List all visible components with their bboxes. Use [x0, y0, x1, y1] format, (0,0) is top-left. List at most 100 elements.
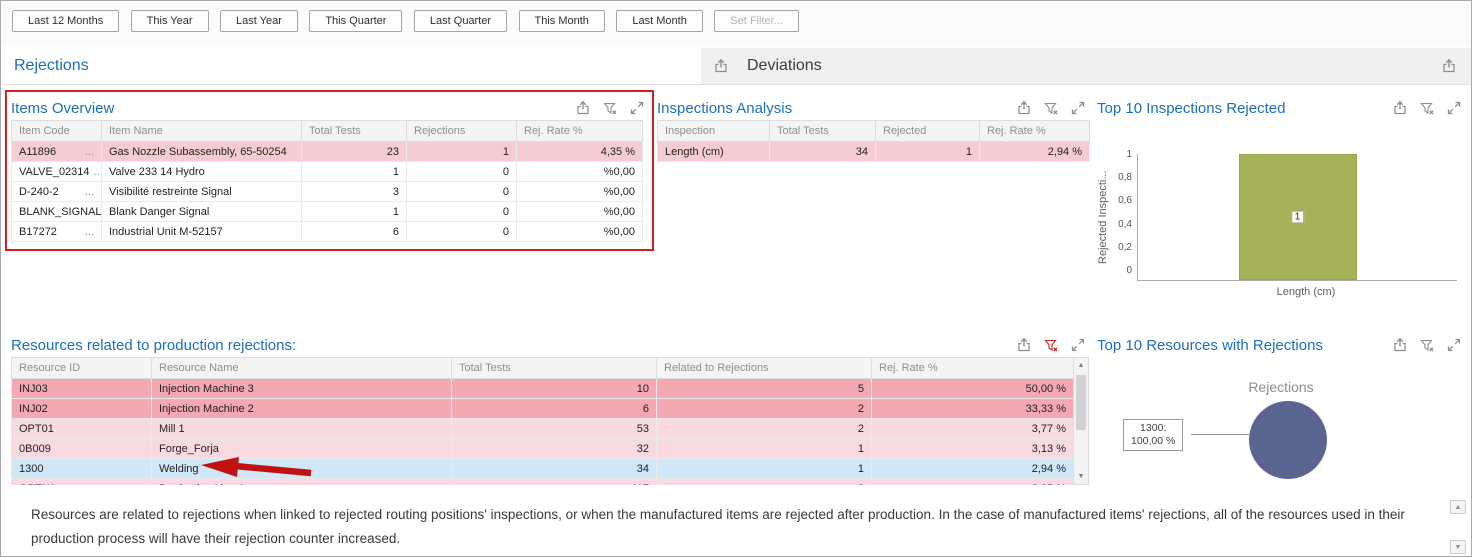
scroll-up-button[interactable]: ▲: [1074, 358, 1088, 373]
tab-deviations[interactable]: Deviations: [701, 48, 1471, 84]
total-tests-cell[interactable]: 6: [452, 399, 657, 419]
resource-name-cell[interactable]: Production Line 1: [152, 479, 452, 486]
vertical-scrollbar[interactable]: ▲ ▼: [1073, 357, 1089, 485]
table-row[interactable]: B17272... Industrial Unit M-52157 6 0 %0…: [12, 222, 643, 242]
table-row-selected[interactable]: 1300 Welding 34 1 2,94 %: [12, 459, 1074, 479]
table-row[interactable]: Length (cm) 34 1 2,94 %: [658, 142, 1090, 162]
resource-id-cell[interactable]: OPT01: [12, 419, 152, 439]
table-row[interactable]: A11896... Gas Nozzle Subassembly, 65-502…: [12, 142, 643, 162]
table-row[interactable]: BLANK_SIGNAL... Blank Danger Signal 1 0 …: [12, 202, 643, 222]
filter-last-quarter-button[interactable]: Last Quarter: [414, 10, 507, 32]
clear-filter-icon[interactable]: [1043, 100, 1059, 116]
rejections-cell[interactable]: 0: [407, 222, 517, 242]
related-cell[interactable]: 2: [657, 399, 872, 419]
total-tests-cell[interactable]: 10: [452, 379, 657, 399]
column-header-total-tests[interactable]: Total Tests: [302, 121, 407, 142]
resource-name-cell[interactable]: Mill 1: [152, 419, 452, 439]
item-code-cell[interactable]: B17272...: [12, 222, 102, 242]
column-header-rej-rate[interactable]: Rej. Rate %: [872, 358, 1074, 379]
rejections-cell[interactable]: 0: [407, 182, 517, 202]
filter-last-year-button[interactable]: Last Year: [220, 10, 298, 32]
column-header-rej-rate[interactable]: Rej. Rate %: [517, 121, 643, 142]
resource-name-cell[interactable]: Injection Machine 3: [152, 379, 452, 399]
rejections-cell[interactable]: 1: [407, 142, 517, 162]
item-name-cell[interactable]: Valve 233 14 Hydro: [102, 162, 302, 182]
resource-id-cell[interactable]: 0B009: [12, 439, 152, 459]
clear-filter-icon[interactable]: [602, 100, 618, 116]
rej-rate-cell[interactable]: 33,33 %: [872, 399, 1074, 419]
total-tests-cell[interactable]: 34: [452, 459, 657, 479]
resource-id-cell[interactable]: OPTN1: [12, 479, 152, 486]
ellipsis-button[interactable]: ...: [94, 166, 102, 178]
scroll-down-button[interactable]: ▼: [1450, 540, 1466, 554]
scrollbar-thumb[interactable]: [1076, 375, 1086, 430]
item-code-cell[interactable]: D-240-2...: [12, 182, 102, 202]
rej-rate-cell[interactable]: 3,13 %: [872, 439, 1074, 459]
table-row[interactable]: OPTN1 Production Line 1 117 3 2,65 %: [12, 479, 1074, 486]
export-icon[interactable]: [713, 58, 729, 74]
rej-rate-cell[interactable]: %0,00: [517, 222, 643, 242]
total-tests-cell[interactable]: 3: [302, 182, 407, 202]
resource-id-cell[interactable]: 1300: [12, 459, 152, 479]
rej-rate-cell[interactable]: 2,94 %: [980, 142, 1090, 162]
filter-this-year-button[interactable]: This Year: [131, 10, 209, 32]
table-row[interactable]: INJ02 Injection Machine 2 6 2 33,33 %: [12, 399, 1074, 419]
scroll-down-button[interactable]: ▼: [1074, 469, 1088, 484]
total-tests-cell[interactable]: 32: [452, 439, 657, 459]
export-icon[interactable]: [1016, 337, 1032, 353]
item-code-cell[interactable]: BLANK_SIGNAL...: [12, 202, 102, 222]
column-header-rej-rate[interactable]: Rej. Rate %: [980, 121, 1090, 142]
table-row[interactable]: VALVE_02314... Valve 233 14 Hydro 1 0 %0…: [12, 162, 643, 182]
export-icon[interactable]: [1392, 100, 1408, 116]
filter-last-12-months-button[interactable]: Last 12 Months: [12, 10, 119, 32]
scroll-up-button[interactable]: ▲: [1450, 500, 1466, 514]
column-header-resource-name[interactable]: Resource Name: [152, 358, 452, 379]
clear-filter-icon[interactable]: [1419, 337, 1435, 353]
filter-last-month-button[interactable]: Last Month: [616, 10, 702, 32]
resource-name-cell[interactable]: Welding: [152, 459, 452, 479]
rej-rate-cell[interactable]: %0,00: [517, 162, 643, 182]
ellipsis-button[interactable]: ...: [85, 226, 94, 238]
item-name-cell[interactable]: Industrial Unit M-52157: [102, 222, 302, 242]
inspection-cell[interactable]: Length (cm): [658, 142, 770, 162]
column-header-total-tests[interactable]: Total Tests: [770, 121, 876, 142]
total-tests-cell[interactable]: 1: [302, 202, 407, 222]
rejections-cell[interactable]: 0: [407, 162, 517, 182]
table-row[interactable]: 0B009 Forge_Forja 32 1 3,13 %: [12, 439, 1074, 459]
maximize-icon[interactable]: [629, 100, 645, 116]
total-tests-cell[interactable]: 6: [302, 222, 407, 242]
filter-this-month-button[interactable]: This Month: [519, 10, 605, 32]
column-header-inspection[interactable]: Inspection: [658, 121, 770, 142]
export-icon[interactable]: [1016, 100, 1032, 116]
clear-filter-icon[interactable]: [1043, 337, 1059, 353]
table-row[interactable]: INJ03 Injection Machine 3 10 5 50,00 %: [12, 379, 1074, 399]
column-header-resource-id[interactable]: Resource ID: [12, 358, 152, 379]
resource-name-cell[interactable]: Injection Machine 2: [152, 399, 452, 419]
item-name-cell[interactable]: Gas Nozzle Subassembly, 65-50254: [102, 142, 302, 162]
item-code-cell[interactable]: VALVE_02314...: [12, 162, 102, 182]
export-icon[interactable]: [1441, 58, 1457, 74]
resource-name-cell[interactable]: Forge_Forja: [152, 439, 452, 459]
clear-filter-icon[interactable]: [1419, 100, 1435, 116]
total-tests-cell[interactable]: 1: [302, 162, 407, 182]
item-name-cell[interactable]: Visibilité restreinte Signal: [102, 182, 302, 202]
table-row[interactable]: D-240-2... Visibilité restreinte Signal …: [12, 182, 643, 202]
total-tests-cell[interactable]: 23: [302, 142, 407, 162]
related-cell[interactable]: 5: [657, 379, 872, 399]
ellipsis-button[interactable]: ...: [85, 146, 94, 158]
maximize-icon[interactable]: [1070, 337, 1086, 353]
total-tests-cell[interactable]: 53: [452, 419, 657, 439]
resource-id-cell[interactable]: INJ02: [12, 399, 152, 419]
rej-rate-cell[interactable]: 2,94 %: [872, 459, 1074, 479]
column-header-related-to-rejections[interactable]: Related to Rejections: [657, 358, 872, 379]
column-header-total-tests[interactable]: Total Tests: [452, 358, 657, 379]
ellipsis-button[interactable]: ...: [85, 186, 94, 198]
column-header-item-code[interactable]: Item Code: [12, 121, 102, 142]
export-icon[interactable]: [1392, 337, 1408, 353]
rejected-cell[interactable]: 1: [876, 142, 980, 162]
item-name-cell[interactable]: Blank Danger Signal: [102, 202, 302, 222]
related-cell[interactable]: 1: [657, 439, 872, 459]
related-cell[interactable]: 2: [657, 419, 872, 439]
item-code-cell[interactable]: A11896...: [12, 142, 102, 162]
rej-rate-cell[interactable]: 4,35 %: [517, 142, 643, 162]
